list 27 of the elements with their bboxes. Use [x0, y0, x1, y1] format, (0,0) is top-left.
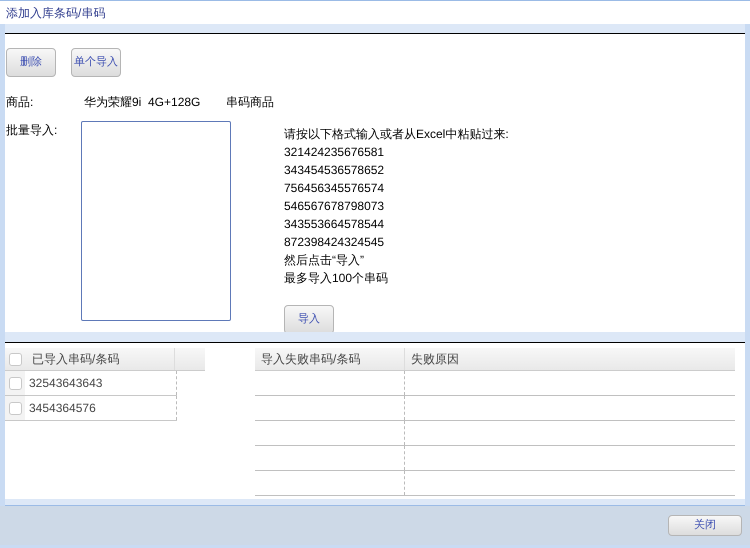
- instruction-text: 756456345576574: [284, 180, 386, 197]
- instruction-text: 最多导入100个串码: [284, 270, 390, 287]
- table-cell: 32543643643: [25, 371, 177, 395]
- instruction-text: 872398424324545: [284, 234, 386, 251]
- button[interactable]: 删除: [6, 48, 56, 77]
- product-name: 华为荣耀9i 4G+128G: [84, 94, 202, 111]
- batch-input-field[interactable]: [81, 121, 231, 321]
- checkbox[interactable]: [8, 376, 22, 390]
- product-type: 串码商品: [226, 94, 274, 111]
- instruction-text: 请按以下格式输入或者从Excel中粘贴过来:: [284, 126, 509, 143]
- window-title: 添加入库条码/串码: [6, 4, 106, 22]
- column-header: 已导入串码/条码: [25, 348, 175, 370]
- instruction-text: 343553664578544: [284, 216, 386, 233]
- column-header: 导入失败串码/条码: [255, 348, 405, 370]
- column-header: 失败原因: [410, 351, 460, 368]
- product-label: 商品:: [6, 94, 34, 111]
- batch-label: 批量导入:: [6, 122, 58, 139]
- checkbox[interactable]: [8, 352, 22, 366]
- instruction-text: 343454536578652: [284, 162, 386, 179]
- button[interactable]: 单个导入: [71, 48, 121, 77]
- table-cell: 3454364576: [25, 396, 177, 420]
- instruction-text: 546567678798073: [284, 198, 386, 215]
- button[interactable]: 关闭: [668, 515, 742, 536]
- instruction-text: 然后点击“导入”: [284, 252, 365, 269]
- checkbox[interactable]: [8, 402, 22, 414]
- instruction-text: 321424235676581: [284, 144, 386, 161]
- button[interactable]: 导入: [284, 305, 334, 334]
